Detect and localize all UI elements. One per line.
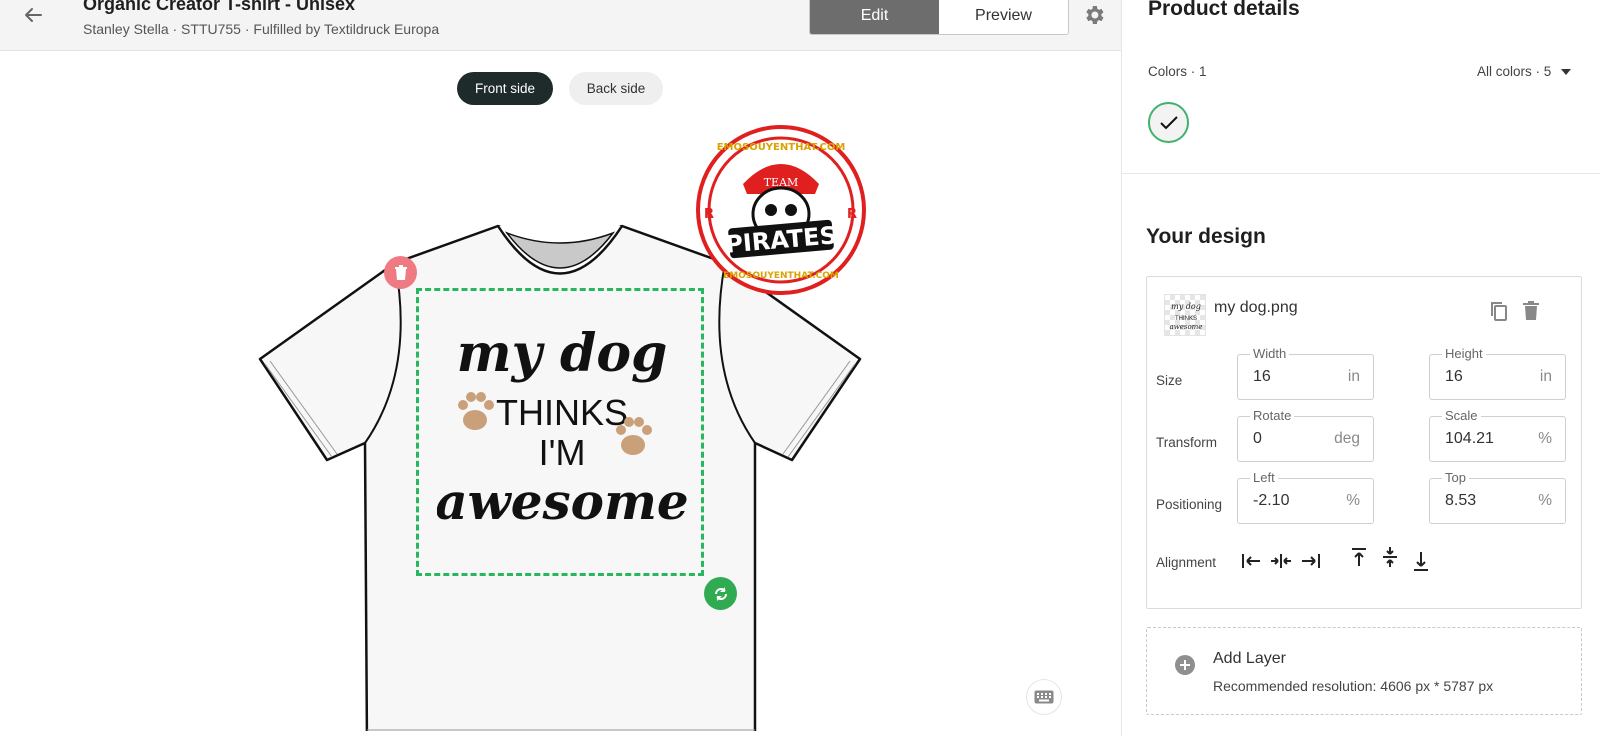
top-value: 8.53 xyxy=(1445,492,1477,509)
mode-toggle: Edit Preview xyxy=(809,0,1069,35)
svg-text:THINKS: THINKS xyxy=(1175,316,1197,322)
svg-text:EMOSOUYENTHAT.COM: EMOSOUYENTHAT.COM xyxy=(723,271,839,281)
keyboard-shortcuts-button[interactable] xyxy=(1026,679,1062,715)
design-selection[interactable]: my dog THINKS I'M awesome xyxy=(416,288,704,576)
properties-panel: Product details Colors · 1 All colors · … xyxy=(1121,0,1600,736)
preview-mode-button[interactable]: Preview xyxy=(939,0,1068,34)
svg-text:awesome: awesome xyxy=(1170,323,1203,331)
rotate-icon xyxy=(714,586,727,601)
edit-mode-button[interactable]: Edit xyxy=(810,0,939,34)
align-center-horizontal-icon[interactable] xyxy=(1269,549,1293,573)
design-canvas[interactable]: Front side Back side my dog THINKS I'M a… xyxy=(0,51,1121,736)
delete-layer-handle[interactable] xyxy=(384,256,417,289)
duplicate-icon[interactable] xyxy=(1487,299,1511,323)
recommended-resolution-hint: Recommended resolution: 4606 px * 5787 p… xyxy=(1213,678,1494,694)
add-layer-label: Add Layer xyxy=(1213,650,1286,667)
width-value: 16 xyxy=(1253,368,1271,385)
design-line-1: my dog xyxy=(457,323,668,384)
plus-circle-icon xyxy=(1175,655,1195,675)
trash-icon[interactable] xyxy=(1519,299,1543,323)
rotate-field[interactable]: Rotate 0 deg xyxy=(1237,408,1374,462)
color-swatch-selected[interactable] xyxy=(1148,102,1189,143)
svg-text:EMOSOUYENTHAT.COM: EMOSOUYENTHAT.COM xyxy=(717,142,846,153)
add-layer-button[interactable]: Add Layer Recommended resolution: 4606 p… xyxy=(1146,627,1582,715)
keyboard-icon xyxy=(1034,690,1054,704)
gear-icon[interactable] xyxy=(1082,3,1106,27)
svg-text:my dog: my dog xyxy=(1171,302,1201,311)
scale-value: 104.21 xyxy=(1445,430,1494,447)
alignment-label: Alignment xyxy=(1156,555,1217,570)
paw-print-icon xyxy=(458,392,494,430)
design-line-3: I'M xyxy=(539,432,586,473)
back-side-button[interactable]: Back side xyxy=(569,72,663,105)
size-label: Size xyxy=(1156,373,1183,388)
svg-text:R: R xyxy=(704,207,714,222)
my-dog-artwork: my dog THINKS I'M awesome xyxy=(437,323,687,531)
top-field[interactable]: Top 8.53 % xyxy=(1429,470,1566,524)
your-design-title: Your design xyxy=(1146,225,1266,248)
height-value: 16 xyxy=(1445,368,1463,385)
front-side-button[interactable]: Front side xyxy=(457,72,553,105)
left-value: -2.10 xyxy=(1253,492,1290,509)
width-field[interactable]: Width 16 in xyxy=(1237,346,1374,400)
align-center-vertical-icon[interactable] xyxy=(1378,545,1402,569)
height-field[interactable]: Height 16 in xyxy=(1429,346,1566,400)
design-line-4: awesome xyxy=(437,472,687,531)
checkmark-icon xyxy=(1159,115,1178,129)
pirates-watermark-logo: EMOSOUYENTHAT.COM R R TEAM PIRATES EMOSO… xyxy=(696,125,866,295)
left-field[interactable]: Left -2.10 % xyxy=(1237,470,1374,524)
transform-label: Transform xyxy=(1156,435,1218,450)
design-line-2: THINKS xyxy=(496,392,628,433)
rotate-handle[interactable] xyxy=(704,577,737,610)
scale-field[interactable]: Scale 104.21 % xyxy=(1429,408,1566,462)
top-bar: Organic Creator T-shirt - Unisex Stanley… xyxy=(0,0,1121,51)
align-bottom-icon[interactable] xyxy=(1409,549,1433,573)
align-left-icon[interactable] xyxy=(1239,549,1263,573)
align-right-icon[interactable] xyxy=(1299,549,1323,573)
trash-icon xyxy=(394,264,407,280)
positioning-label: Positioning xyxy=(1156,497,1223,512)
colors-count: Colors · 1 xyxy=(1148,64,1207,79)
layer-card: my dog THINKS awesome my dog.png Size Widt… xyxy=(1146,276,1582,609)
product-subtitle: Stanley Stella · STTU755 · Fulfilled by … xyxy=(83,21,440,37)
align-top-icon[interactable] xyxy=(1347,545,1371,569)
layer-name[interactable]: my dog.png xyxy=(1214,299,1298,317)
all-colors-label: All colors · 5 xyxy=(1477,64,1552,79)
rotate-value: 0 xyxy=(1253,430,1262,447)
all-colors-dropdown[interactable]: All colors · 5 xyxy=(1477,64,1572,79)
svg-text:R: R xyxy=(847,207,857,222)
section-divider xyxy=(1122,173,1600,174)
back-arrow-icon[interactable] xyxy=(22,4,44,26)
product-details-title: Product details xyxy=(1148,0,1300,20)
chevron-down-icon xyxy=(1561,68,1572,75)
product-title: Organic Creator T-shirt - Unisex xyxy=(83,0,356,14)
layer-thumbnail[interactable]: my dog THINKS awesome xyxy=(1164,294,1206,336)
